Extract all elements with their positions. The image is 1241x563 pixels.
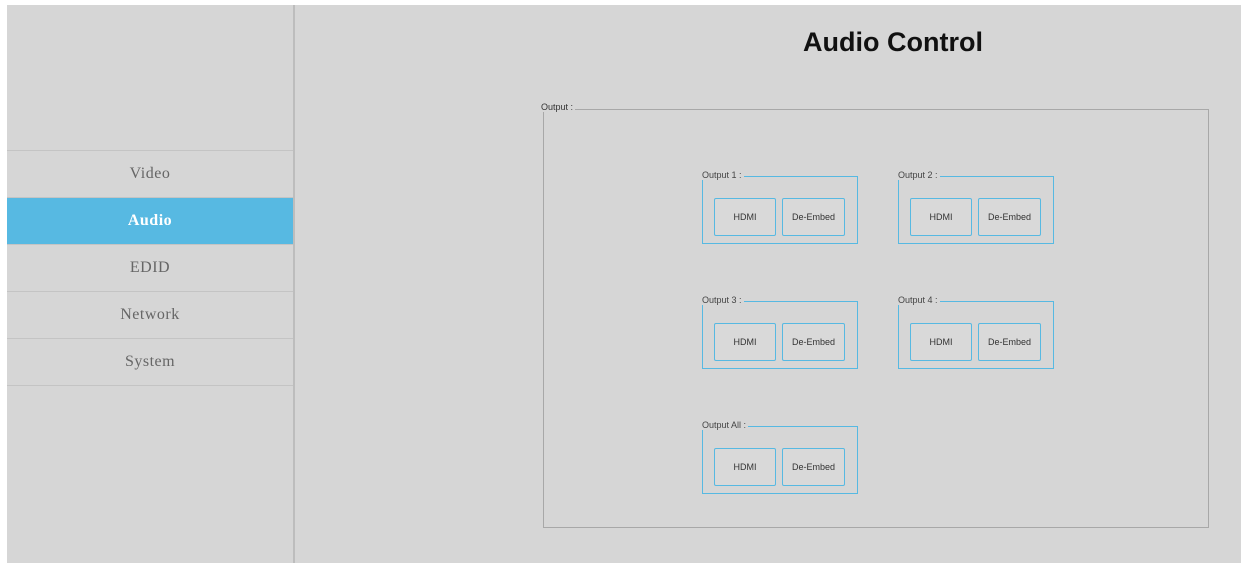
output-2-hdmi-button[interactable]: HDMI xyxy=(910,198,972,236)
main-panel: Audio Control Output : Output 1 : HDMI D… xyxy=(295,5,1241,563)
output-1-deembed-button[interactable]: De-Embed xyxy=(782,198,845,236)
output-4-deembed-button[interactable]: De-Embed xyxy=(978,323,1041,361)
page-title: Audio Control xyxy=(803,27,983,57)
sidebar-item-edid[interactable]: EDID xyxy=(7,245,293,292)
output-all-deembed-button[interactable]: De-Embed xyxy=(782,448,845,486)
output-3-group: Output 3 : HDMI De-Embed xyxy=(702,296,858,369)
output-all-legend: Output All : xyxy=(702,420,749,430)
output-legend: Output : xyxy=(541,102,576,112)
output-1-hdmi-button[interactable]: HDMI xyxy=(714,198,776,236)
output-all-group: Output All : HDMI De-Embed xyxy=(702,421,858,494)
output-2-group: Output 2 : HDMI De-Embed xyxy=(898,171,1054,244)
output-fieldset: Output : Output 1 : HDMI De-Embed Output… xyxy=(541,103,1209,528)
output-3-deembed-button[interactable]: De-Embed xyxy=(782,323,845,361)
output-4-legend: Output 4 : xyxy=(898,295,940,305)
sidebar-item-system[interactable]: System xyxy=(7,339,293,386)
sidebar-item-video[interactable]: Video xyxy=(7,151,293,198)
sidebar-item-network[interactable]: Network xyxy=(7,292,293,339)
sidebar: Video Audio EDID Network System xyxy=(7,5,295,563)
output-3-hdmi-button[interactable]: HDMI xyxy=(714,323,776,361)
output-1-group: Output 1 : HDMI De-Embed xyxy=(702,171,858,244)
output-all-hdmi-button[interactable]: HDMI xyxy=(714,448,776,486)
output-4-hdmi-button[interactable]: HDMI xyxy=(910,323,972,361)
sidebar-nav: Video Audio EDID Network System xyxy=(7,150,293,386)
output-3-legend: Output 3 : xyxy=(702,295,744,305)
output-4-group: Output 4 : HDMI De-Embed xyxy=(898,296,1054,369)
output-1-legend: Output 1 : xyxy=(702,170,744,180)
output-2-deembed-button[interactable]: De-Embed xyxy=(978,198,1041,236)
sidebar-item-audio[interactable]: Audio xyxy=(7,198,293,245)
app-frame: Video Audio EDID Network System Audio Co… xyxy=(7,5,1241,563)
output-2-legend: Output 2 : xyxy=(898,170,940,180)
